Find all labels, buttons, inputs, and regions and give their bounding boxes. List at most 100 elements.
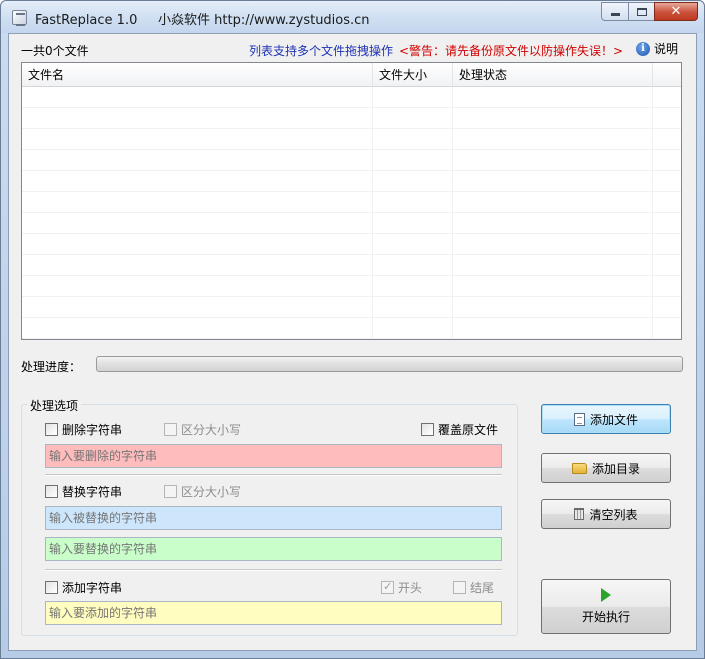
table-cell	[453, 234, 653, 254]
file-count-label: 一共0个文件	[21, 44, 89, 58]
delete-separator	[45, 474, 502, 476]
table-row	[22, 171, 681, 192]
column-header-filename[interactable]: 文件名	[22, 63, 373, 87]
main-panel: 一共0个文件 列表支持多个文件拖拽操作 <警告：请先备份原文件以防操作失误！> …	[8, 33, 697, 651]
replace-string-checkbox-box[interactable]	[45, 485, 58, 498]
table-cell	[22, 108, 373, 128]
table-cell	[373, 129, 453, 149]
replace-case-label: 区分大小写	[181, 485, 242, 499]
add-at-end-checkbox[interactable]: 结尾	[453, 579, 494, 596]
table-cell	[373, 297, 453, 317]
table-cell	[453, 192, 653, 212]
file-list-body	[22, 87, 681, 339]
delete-string-input[interactable]	[45, 444, 502, 468]
delete-string-checkbox[interactable]: 删除字符串	[45, 421, 122, 438]
minimize-icon	[610, 13, 620, 16]
table-cell	[22, 234, 373, 254]
table-cell	[453, 318, 653, 338]
warning-label: <警告：请先备份原文件以防操作失误！>	[399, 44, 624, 58]
table-cell	[453, 276, 653, 296]
maximize-icon	[636, 7, 647, 16]
table-row	[22, 213, 681, 234]
delete-string-checkbox-box[interactable]	[45, 423, 58, 436]
add-string-label: 添加字符串	[62, 581, 123, 595]
table-row	[22, 255, 681, 276]
close-button[interactable]: ✕	[654, 2, 698, 21]
minimize-button[interactable]	[601, 2, 628, 21]
add-file-button[interactable]: 添加文件	[541, 404, 671, 434]
start-label: 开始执行	[581, 610, 630, 624]
replace-with-input[interactable]	[45, 537, 502, 561]
table-cell	[22, 150, 373, 170]
add-string-input[interactable]	[45, 601, 502, 625]
table-row	[22, 108, 681, 129]
document-icon	[573, 412, 585, 426]
delete-case-checkbox[interactable]: 区分大小写	[164, 421, 241, 438]
table-cell	[373, 234, 453, 254]
title-bar[interactable]: FastReplace 1.0 小焱软件 http://www.zystudio…	[1, 1, 704, 33]
table-row	[22, 318, 681, 339]
add-at-start-label: 开头	[398, 581, 423, 595]
table-cell	[373, 255, 453, 275]
window-title: FastReplace 1.0 小焱软件 http://www.zystudio…	[35, 13, 370, 28]
delete-string-label: 删除字符串	[62, 423, 123, 437]
table-cell	[453, 108, 653, 128]
help-link[interactable]: i 说明	[636, 40, 678, 57]
file-list[interactable]: 文件名 文件大小 处理状态	[21, 62, 682, 340]
add-at-end-label: 结尾	[470, 581, 495, 595]
info-icon: i	[636, 41, 650, 56]
table-row	[22, 192, 681, 213]
replace-case-checkbox[interactable]: 区分大小写	[164, 483, 241, 500]
table-cell	[22, 87, 373, 107]
table-cell	[373, 171, 453, 191]
window-controls: ✕	[601, 2, 698, 22]
add-at-end-checkbox-box[interactable]	[453, 581, 466, 594]
table-cell	[373, 87, 453, 107]
add-string-checkbox-box[interactable]	[45, 581, 58, 594]
trash-icon	[574, 508, 585, 520]
table-cell	[22, 276, 373, 296]
replace-case-checkbox-box[interactable]	[164, 485, 177, 498]
overwrite-checkbox[interactable]: 覆盖原文件	[421, 421, 498, 438]
table-cell	[373, 108, 453, 128]
table-cell	[22, 318, 373, 338]
play-icon	[601, 588, 611, 602]
replace-string-label: 替换字符串	[62, 485, 123, 499]
add-directory-label: 添加目录	[591, 461, 640, 476]
column-header-status[interactable]: 处理状态	[453, 63, 653, 87]
table-cell	[373, 150, 453, 170]
table-cell	[22, 192, 373, 212]
table-cell	[453, 255, 653, 275]
table-cell	[373, 276, 453, 296]
add-string-checkbox[interactable]: 添加字符串	[45, 579, 122, 596]
app-icon	[12, 10, 27, 26]
options-group-title: 处理选项	[27, 397, 82, 414]
overwrite-label: 覆盖原文件	[438, 423, 499, 437]
help-label: 说明	[654, 42, 679, 56]
column-header-filesize[interactable]: 文件大小	[373, 63, 453, 87]
table-cell	[373, 213, 453, 233]
start-button[interactable]: 开始执行	[541, 579, 671, 634]
table-cell	[453, 129, 653, 149]
maximize-button[interactable]	[628, 2, 654, 21]
replace-string-checkbox[interactable]: 替换字符串	[45, 483, 122, 500]
clear-list-button[interactable]: 清空列表	[541, 499, 671, 529]
table-cell	[373, 192, 453, 212]
find-string-input[interactable]	[45, 506, 502, 530]
table-cell	[22, 129, 373, 149]
overwrite-checkbox-box[interactable]	[421, 423, 434, 436]
table-cell	[22, 213, 373, 233]
table-row	[22, 234, 681, 255]
delete-case-checkbox-box[interactable]	[164, 423, 177, 436]
table-cell	[22, 255, 373, 275]
delete-case-label: 区分大小写	[181, 423, 242, 437]
add-at-start-checkbox[interactable]: 开头	[381, 579, 422, 596]
add-directory-button[interactable]: 添加目录	[541, 453, 671, 483]
add-at-start-checkbox-box[interactable]	[381, 580, 394, 594]
table-row	[22, 150, 681, 171]
folder-icon	[571, 462, 587, 474]
drag-tip-label: 列表支持多个文件拖拽操作	[249, 44, 394, 58]
table-cell	[453, 297, 653, 317]
add-file-label: 添加文件	[589, 412, 638, 427]
table-row	[22, 276, 681, 297]
